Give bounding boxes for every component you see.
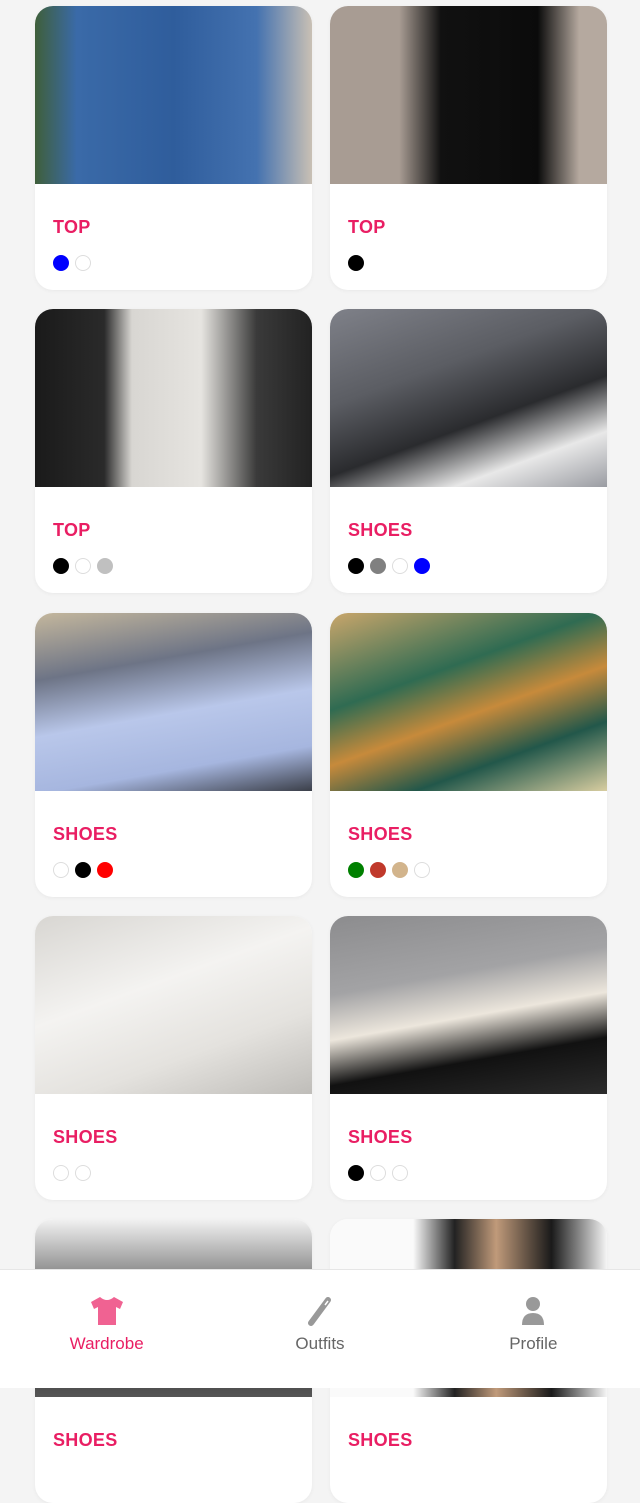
wardrobe-item-card[interactable]: SHOES xyxy=(330,309,607,594)
item-category: SHOES xyxy=(53,1126,118,1147)
color-swatches xyxy=(348,558,430,575)
color-swatch xyxy=(97,861,113,878)
item-image-black-white-platform xyxy=(330,915,607,1094)
item-image-denim-vest xyxy=(35,6,312,184)
color-swatch xyxy=(53,255,69,271)
color-swatch xyxy=(392,1164,408,1181)
color-swatch xyxy=(392,558,408,575)
item-category: SHOES xyxy=(348,520,413,541)
pencil-icon xyxy=(307,1297,331,1326)
item-category: TOP xyxy=(348,217,386,237)
nav-wardrobe-label: Wardrobe xyxy=(69,1334,144,1353)
item-category: TOP xyxy=(53,520,91,541)
wardrobe-item-card[interactable]: TOP xyxy=(330,6,607,290)
color-swatches xyxy=(53,1164,91,1181)
wardrobe-item-card[interactable]: TOP xyxy=(35,6,312,290)
color-swatches xyxy=(53,861,113,878)
tshirt-icon xyxy=(90,1297,123,1325)
item-category: TOP xyxy=(53,217,91,237)
person-icon xyxy=(522,1297,545,1325)
item-image-white-nike-sneaker xyxy=(35,612,312,791)
item-category: SHOES xyxy=(348,823,413,844)
color-swatch xyxy=(75,861,91,878)
nav-wardrobe[interactable]: Wardrobe xyxy=(0,1270,213,1388)
color-swatches xyxy=(348,1164,408,1181)
item-category: SHOES xyxy=(348,1126,413,1147)
wardrobe-item-card[interactable]: TOP xyxy=(35,309,312,594)
color-swatch xyxy=(348,861,364,878)
item-image-grey-sneakers xyxy=(330,309,607,488)
nav-profile[interactable]: Profile xyxy=(427,1270,640,1388)
nav-outfits-label: Outfits xyxy=(295,1334,345,1353)
color-swatch xyxy=(53,1164,69,1181)
color-swatch xyxy=(75,558,91,575)
color-swatches xyxy=(348,255,364,271)
item-category: SHOES xyxy=(53,823,118,844)
item-category: SHOES xyxy=(53,1430,118,1451)
wardrobe-item-card[interactable]: SHOES xyxy=(330,915,607,1200)
color-swatch xyxy=(53,861,69,878)
wardrobe-item-card[interactable]: SHOES xyxy=(35,915,312,1200)
wardrobe-item-card[interactable]: SHOES xyxy=(35,612,312,897)
item-image-white-dress xyxy=(35,309,312,488)
color-swatch xyxy=(414,861,430,878)
color-swatch xyxy=(370,861,386,878)
color-swatch xyxy=(370,558,386,575)
item-image-black-dress xyxy=(330,6,607,184)
bottom-navigation: Wardrobe Outfits Profile xyxy=(0,1269,640,1388)
color-swatch xyxy=(348,1164,364,1181)
color-swatch xyxy=(75,255,91,271)
color-swatch xyxy=(97,558,113,575)
nav-outfits[interactable]: Outfits xyxy=(213,1270,426,1388)
color-swatches xyxy=(348,861,430,878)
color-swatch xyxy=(348,255,364,271)
color-swatch xyxy=(370,1164,386,1181)
item-category: SHOES xyxy=(348,1430,413,1451)
wardrobe-item-card[interactable]: SHOES xyxy=(330,612,607,897)
color-swatches xyxy=(53,558,113,575)
item-image-green-brogues xyxy=(330,612,607,791)
item-image-white-platform-sneaker xyxy=(35,915,312,1094)
color-swatch xyxy=(75,1164,91,1181)
color-swatch xyxy=(53,558,69,575)
color-swatch xyxy=(414,558,430,575)
nav-profile-label: Profile xyxy=(509,1334,558,1353)
color-swatch xyxy=(348,558,364,575)
color-swatches xyxy=(53,255,91,271)
color-swatch xyxy=(392,861,408,878)
